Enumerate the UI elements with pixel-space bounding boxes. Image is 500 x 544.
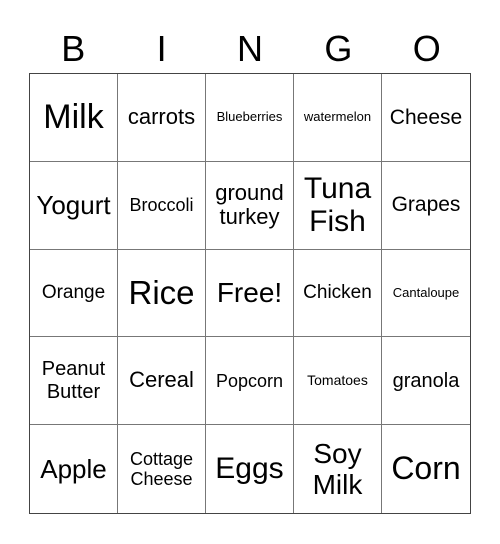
bingo-cell[interactable]: Orange [30,249,118,338]
bingo-cell[interactable]: Milk [30,74,118,162]
bingo-cell[interactable]: Soy Milk [294,425,382,513]
bingo-cell[interactable]: ground turkey [206,161,294,250]
bingo-cell[interactable]: Grapes [382,162,470,250]
bingo-cell[interactable]: Chicken [294,249,382,338]
bingo-cell[interactable]: Popcorn [206,337,294,426]
header-letter-b: B [61,28,86,69]
bingo-cell[interactable]: Apple [30,425,118,513]
bingo-cell[interactable]: Cantaloupe [382,250,470,338]
header-letter-n: N [236,28,263,69]
bingo-cell[interactable]: Tomatoes [294,337,382,426]
bingo-cell[interactable]: Broccoli [118,161,206,250]
bingo-cell[interactable]: Corn [382,425,470,513]
bingo-cell[interactable]: Eggs [206,425,294,513]
bingo-header: B I N G O [29,26,471,72]
bingo-cell[interactable]: watermelon [294,74,382,162]
bingo-cell[interactable]: Tuna Fish [294,161,382,250]
bingo-cell[interactable]: Peanut Butter [30,337,118,426]
bingo-cell[interactable]: Yogurt [30,161,118,250]
header-letter-o: O [412,28,441,69]
bingo-cell[interactable]: carrots [118,74,206,162]
header-letter-g: G [324,28,353,69]
free-space-cell[interactable]: Free! [206,249,294,338]
bingo-cell[interactable]: Cereal [118,337,206,426]
bingo-cell[interactable]: Rice [118,249,206,338]
bingo-cell[interactable]: Cheese [382,74,470,162]
bingo-cell[interactable]: Blueberries [206,74,294,162]
header-letter-i: I [156,28,167,69]
bingo-cell[interactable]: granola [382,337,470,426]
bingo-cell[interactable]: Cottage Cheese [118,425,206,513]
bingo-board: Milk carrots Blueberries watermelon Chee… [29,73,471,514]
